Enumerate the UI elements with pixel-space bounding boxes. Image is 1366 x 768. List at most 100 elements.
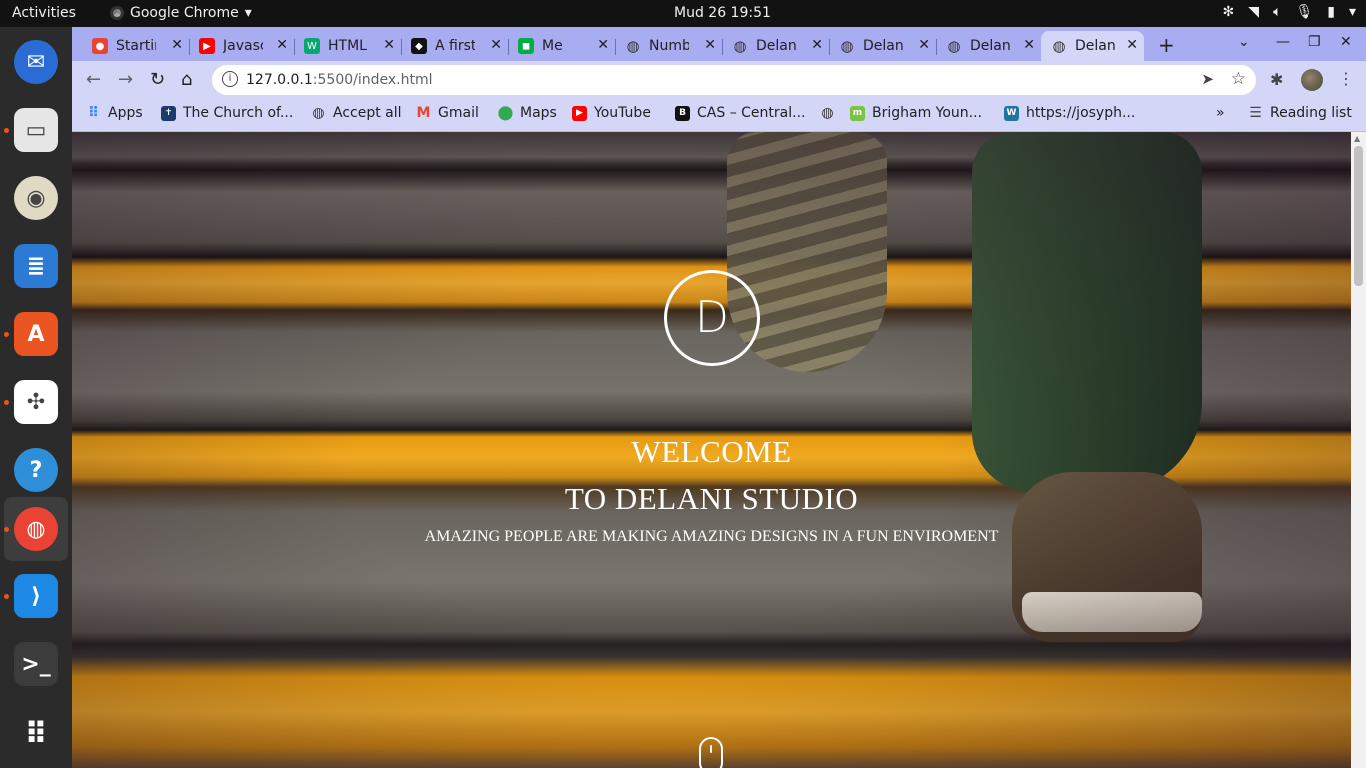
reading-list-icon: ☰ bbox=[1249, 105, 1262, 121]
restore-window-icon[interactable]: ❐ bbox=[1308, 34, 1321, 50]
browser-tab[interactable]: ◍ Delani ✕ bbox=[1041, 31, 1144, 61]
chrome-small-icon bbox=[110, 6, 124, 20]
close-tab-icon[interactable]: ✕ bbox=[597, 37, 609, 53]
bookmark-item[interactable]: ◍ bbox=[820, 105, 842, 121]
site-info-icon[interactable]: i bbox=[222, 71, 238, 87]
system-tray[interactable]: ✻ ◥ 🔈︎ 🎙︎ ▮ ▾ bbox=[1223, 4, 1356, 20]
scroll-down-mouse-icon[interactable] bbox=[699, 737, 723, 768]
scroll-up-arrow-icon[interactable]: ▲ bbox=[1354, 134, 1360, 143]
browser-tab[interactable]: ▶ Javascript ✕ bbox=[189, 31, 295, 61]
clock[interactable]: Mud 26 19:51 bbox=[674, 5, 771, 21]
system-menu-chevron-icon: ▾ bbox=[1348, 4, 1356, 20]
bookmark-label: The Church of... bbox=[183, 105, 294, 121]
globe-icon: ◍ bbox=[947, 37, 961, 55]
reload-icon[interactable]: ↻ bbox=[150, 69, 165, 90]
close-tab-icon[interactable]: ✕ bbox=[276, 37, 288, 53]
tab-title: Delani bbox=[756, 38, 796, 54]
close-tab-icon[interactable]: ✕ bbox=[171, 37, 183, 53]
dock-chrome-launcher[interactable]: ◍ bbox=[4, 497, 68, 561]
scrollbar-thumb[interactable] bbox=[1354, 146, 1363, 286]
more-bookmarks-chevron-icon[interactable]: » bbox=[1216, 105, 1225, 121]
bookmark-item[interactable]: M Gmail bbox=[416, 105, 479, 121]
reading-list-button[interactable]: ☰ Reading list bbox=[1248, 105, 1352, 121]
close-tab-icon[interactable]: ✕ bbox=[383, 37, 395, 53]
libreoffice-writer-icon: ≣ bbox=[14, 244, 58, 288]
close-tab-icon[interactable]: ✕ bbox=[918, 37, 930, 53]
tab-title: Starting bbox=[116, 38, 156, 54]
close-tab-icon[interactable]: ✕ bbox=[1023, 37, 1035, 53]
bookmark-item[interactable]: ⬤ Maps bbox=[498, 105, 557, 121]
browser-tab[interactable]: ◼ Me ✕ bbox=[508, 31, 616, 61]
hero-title-line2: TO DELANI STUDIO bbox=[564, 481, 859, 516]
browser-tab[interactable]: ◍ Delani ✕ bbox=[936, 31, 1041, 61]
dock-libreoffice-writer-launcher[interactable]: ≣ bbox=[4, 234, 68, 298]
address-bar[interactable]: i 127.0.0.1:5500/index.html ➤ ☆ bbox=[212, 65, 1256, 95]
close-tab-icon[interactable]: ✕ bbox=[704, 37, 716, 53]
bookmark-star-icon[interactable]: ☆ bbox=[1231, 69, 1246, 89]
tab-title: Me bbox=[542, 38, 563, 54]
browser-tab[interactable]: ● Starting ✕ bbox=[82, 31, 190, 61]
close-tab-icon[interactable]: ✕ bbox=[1126, 37, 1138, 53]
dock-vscode-launcher[interactable]: ⟩ bbox=[4, 564, 68, 628]
bookmark-item[interactable]: Whttps://josyph... bbox=[1004, 105, 1135, 121]
globe-icon: ◍ bbox=[733, 37, 747, 55]
running-indicator bbox=[4, 400, 9, 405]
back-arrow-icon[interactable]: ← bbox=[86, 69, 101, 90]
url-path: :5500/index.html bbox=[312, 72, 433, 88]
webpage-hero: D WELCOME TO DELANI STUDIO AMAZING PEOPL… bbox=[72, 132, 1351, 768]
forward-arrow-icon[interactable]: → bbox=[118, 69, 133, 90]
profile-avatar[interactable] bbox=[1301, 69, 1323, 91]
tab-search-chevron-icon[interactable]: ⌄ bbox=[1238, 34, 1250, 50]
files-icon: ▭ bbox=[14, 108, 58, 152]
browser-tab[interactable]: ◍ Delani ✕ bbox=[829, 31, 937, 61]
dock-ubuntu-software-launcher[interactable]: A bbox=[4, 302, 68, 366]
bookmark-item[interactable]: ✝ The Church of... bbox=[161, 105, 293, 121]
close-tab-icon[interactable]: ✕ bbox=[490, 37, 502, 53]
dock-files-launcher[interactable]: ▭ bbox=[4, 98, 68, 162]
browser-tab[interactable]: ◍ Delani ✕ bbox=[722, 31, 830, 61]
bookmark-item[interactable]: ⠿ Apps bbox=[86, 105, 143, 121]
app-menu[interactable]: Google Chrome ▾ bbox=[110, 5, 252, 21]
tab-title: Javascript bbox=[223, 38, 263, 54]
extensions-puzzle-icon[interactable]: ✱ bbox=[1270, 70, 1283, 89]
dock-thunderbird-launcher[interactable]: ✉ bbox=[4, 30, 68, 94]
dock-show-apps-launcher[interactable]: ⠿ bbox=[4, 702, 68, 766]
byu-pathway-icon: m bbox=[850, 105, 865, 121]
dock: ✉ ▭ ◉ ≣ A ✣? ◍ ⟩ >_ ⠿ bbox=[0, 27, 72, 768]
new-tab-plus-icon[interactable]: + bbox=[1158, 33, 1175, 57]
bookmark-item[interactable]: B CAS – Central... bbox=[675, 105, 805, 121]
bookmark-item[interactable]: ◍ Accept all bbox=[311, 105, 401, 121]
running-indicator bbox=[4, 527, 9, 532]
hero-subtitle: AMAZING PEOPLE ARE MAKING AMAZING DESIGN… bbox=[424, 528, 999, 545]
dock-rhythmbox-launcher[interactable]: ◉ bbox=[4, 166, 68, 230]
vscode-icon: ⟩ bbox=[14, 574, 58, 618]
bookmark-item[interactable]: ▶ YouTube bbox=[572, 105, 651, 121]
browser-tab[interactable]: ◍ Number ✕ bbox=[615, 31, 723, 61]
menu-dots-icon[interactable]: ⋮ bbox=[1338, 69, 1354, 88]
page-scrollbar[interactable]: ▲ bbox=[1351, 132, 1366, 768]
browser-tab[interactable]: ◆ A first ✕ bbox=[401, 31, 509, 61]
reading-list-label: Reading list bbox=[1270, 105, 1352, 121]
page-icon: ◆ bbox=[411, 38, 427, 54]
terminal-icon: >_ bbox=[14, 642, 58, 686]
chrome-icon: ◍ bbox=[14, 507, 58, 551]
bookmark-item[interactable]: m Brigham Youn... bbox=[850, 105, 982, 121]
w3-icon: W bbox=[304, 38, 320, 54]
youtube-icon: ▶ bbox=[199, 38, 215, 54]
dock-terminal-launcher[interactable]: >_ bbox=[4, 632, 68, 696]
bookmark-label: Gmail bbox=[438, 105, 479, 121]
dock-slack-launcher[interactable]: ✣ bbox=[4, 370, 68, 434]
battery-icon: ▮ bbox=[1327, 4, 1335, 20]
browser-tab[interactable]: W HTML ✕ bbox=[294, 31, 402, 61]
minimize-window-icon[interactable]: — bbox=[1276, 34, 1290, 50]
activities-button[interactable]: Activities bbox=[12, 5, 76, 21]
send-to-device-icon[interactable]: ➤ bbox=[1201, 70, 1214, 88]
close-window-icon[interactable]: ✕ bbox=[1340, 34, 1352, 50]
running-indicator bbox=[4, 594, 9, 599]
url-text[interactable]: 127.0.0.1:5500/index.html bbox=[246, 72, 433, 88]
globe-icon: ◍ bbox=[840, 37, 854, 55]
home-icon[interactable]: ⌂ bbox=[181, 69, 192, 90]
close-tab-icon[interactable]: ✕ bbox=[811, 37, 823, 53]
dock-help-launcher[interactable]: ? bbox=[4, 438, 68, 502]
globe-icon: ◍ bbox=[1052, 37, 1066, 55]
